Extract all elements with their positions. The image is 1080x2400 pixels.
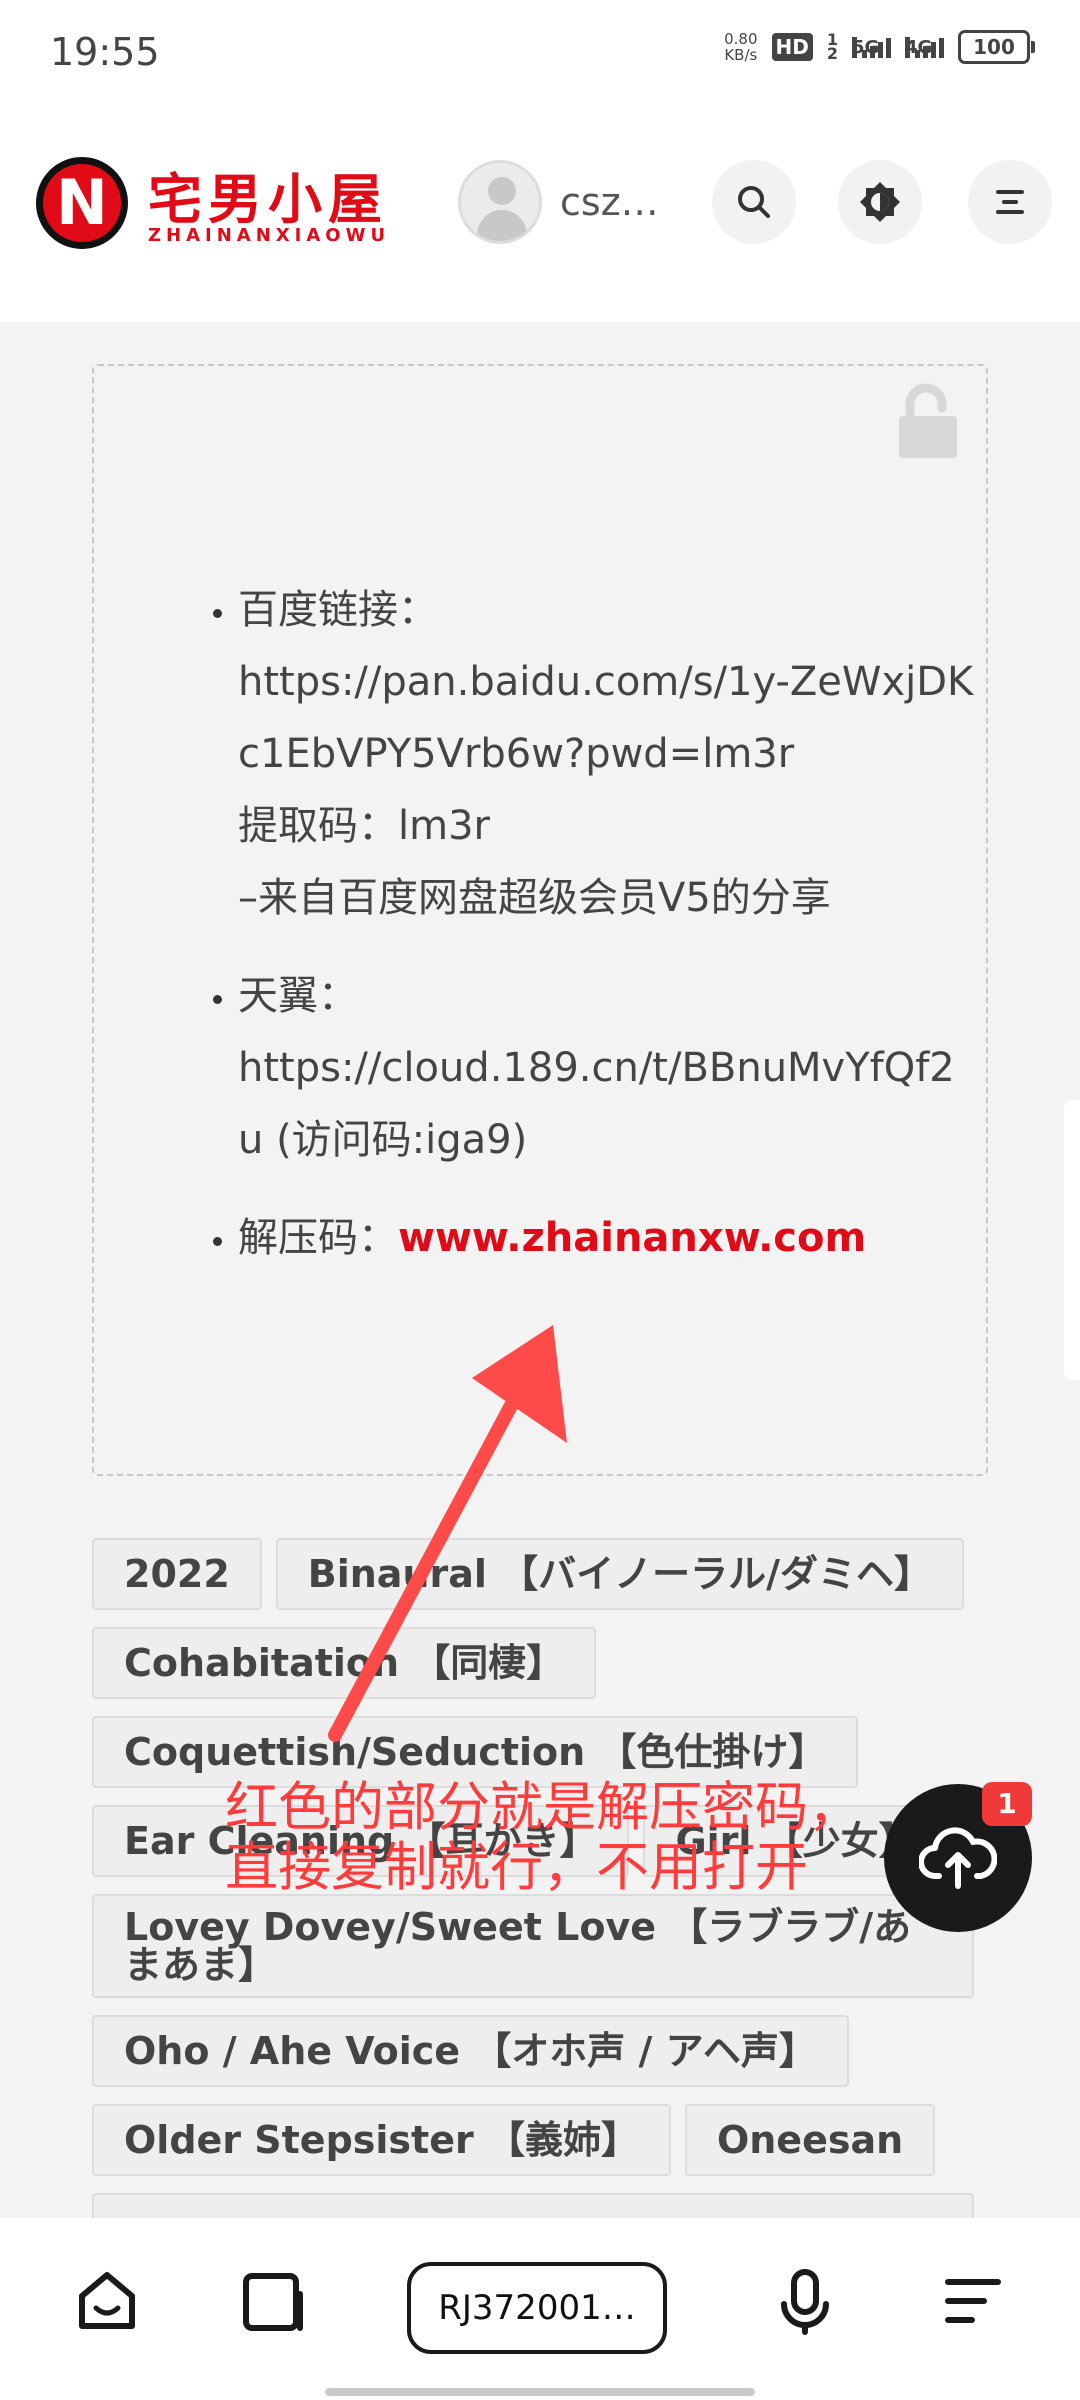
address-search-pill[interactable]: RJ372001… [407, 2262, 667, 2354]
home-indicator[interactable] [325, 2388, 755, 2396]
side-edge-tab[interactable] [1064, 1100, 1080, 1380]
browser-menu-button[interactable] [938, 2266, 1008, 2336]
annotation-arrow [328, 1325, 567, 1742]
home-button[interactable] [72, 2266, 142, 2336]
annotation-text: 红色的部分就是解压密码， 直接复制就行，不用打开 [225, 1777, 861, 1898]
tabs-button[interactable] [238, 2266, 308, 2336]
cloud-upload-icon [919, 1827, 997, 1889]
bottom-toolbar: RJ372001… [0, 2218, 1080, 2400]
voice-search-button[interactable] [770, 2266, 840, 2336]
notification-badge: 1 [982, 1782, 1032, 1826]
